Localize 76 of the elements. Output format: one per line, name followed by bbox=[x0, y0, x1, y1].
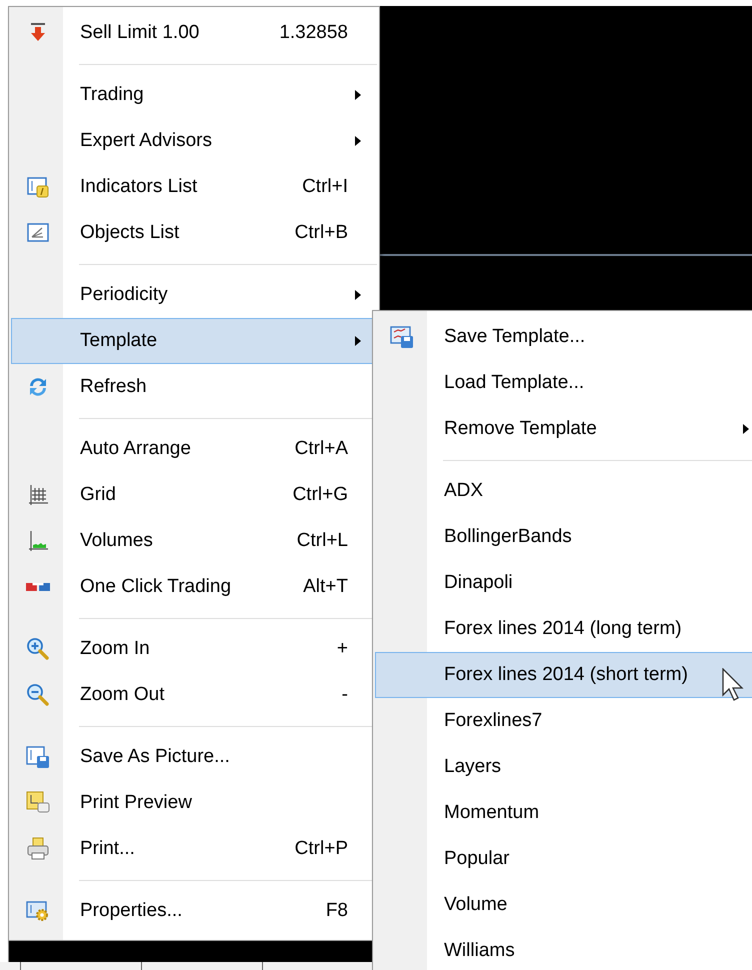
shortcut-text: Ctrl+L bbox=[296, 530, 349, 552]
menu-item-label: Save Template... bbox=[443, 326, 586, 348]
menu-item-label: Zoom Out bbox=[79, 684, 166, 706]
menu-item-label: Williams bbox=[443, 940, 516, 962]
menu-item[interactable]: Forex lines 2014 (long term) bbox=[375, 606, 752, 652]
menu-item-label: Objects List bbox=[79, 222, 180, 244]
menu-item-label: Save As Picture... bbox=[79, 746, 231, 768]
mouse-cursor-icon bbox=[722, 668, 744, 702]
menu-item-label: Layers bbox=[443, 756, 502, 778]
zoom-out-icon bbox=[26, 683, 50, 707]
menu-item[interactable]: Expert Advisors bbox=[11, 118, 377, 164]
shortcut-text: 1.32858 bbox=[279, 22, 349, 44]
menu-item-label: Periodicity bbox=[79, 284, 169, 306]
indicator-list-icon bbox=[26, 175, 50, 199]
menu-item-label: Sell Limit 1.00 bbox=[79, 22, 200, 44]
menu-item-label: Template bbox=[79, 330, 158, 352]
menu-item-label: One Click Trading bbox=[79, 576, 232, 598]
menu-item[interactable]: Volume bbox=[375, 882, 752, 928]
menu-item[interactable]: Trading bbox=[11, 72, 377, 118]
menu-item-label: Indicators List bbox=[79, 176, 198, 198]
menu-item[interactable]: BollingerBands bbox=[375, 514, 752, 560]
shortcut-text: - bbox=[342, 684, 349, 706]
menu-item[interactable]: Indicators List Ctrl+I bbox=[11, 164, 377, 210]
shortcut-text: F8 bbox=[326, 900, 349, 922]
menu-item-label: Refresh bbox=[79, 376, 148, 398]
shortcut-text: Ctrl+A bbox=[294, 438, 349, 460]
menu-item-label: Momentum bbox=[443, 802, 540, 824]
shortcut-text: Ctrl+G bbox=[292, 484, 349, 506]
menu-item-label: Expert Advisors bbox=[79, 130, 213, 152]
menu-item[interactable]: Dinapoli bbox=[375, 560, 752, 606]
shortcut-text: Ctrl+I bbox=[302, 176, 349, 198]
menu-item-label: Auto Arrange bbox=[79, 438, 192, 460]
menu-item-label: Popular bbox=[443, 848, 510, 870]
menu-item-label: Remove Template bbox=[443, 418, 598, 440]
menu-item-label: Volume bbox=[443, 894, 508, 916]
menu-item[interactable]: Objects List Ctrl+B bbox=[11, 210, 377, 256]
menu-item[interactable]: ADX bbox=[375, 468, 752, 514]
menu-item-label: Grid bbox=[79, 484, 117, 506]
menu-item-label: Trading bbox=[79, 84, 145, 106]
menu-item-label: Forexlines7 bbox=[443, 710, 544, 732]
settings-icon bbox=[26, 899, 50, 923]
menu-item-label: Properties... bbox=[79, 900, 184, 922]
menu-item[interactable]: Williams bbox=[375, 928, 752, 970]
menu-item-label: Load Template... bbox=[443, 372, 586, 394]
volume-chart-icon bbox=[26, 529, 50, 553]
save-template-icon bbox=[390, 325, 414, 349]
menu-item-label: BollingerBands bbox=[443, 526, 573, 548]
menu-item-label: Forex lines 2014 (short term) bbox=[443, 664, 689, 686]
menu-item[interactable]: Forexlines7 bbox=[375, 698, 752, 744]
menu-item-label: Dinapoli bbox=[443, 572, 514, 594]
menu-item-label: Print... bbox=[79, 838, 136, 860]
shortcut-text: Alt+T bbox=[303, 576, 349, 598]
shortcut-text: Ctrl+P bbox=[294, 838, 349, 860]
zoom-in-icon bbox=[26, 637, 50, 661]
menu-item[interactable]: Remove Template bbox=[375, 406, 752, 452]
shortcut-text: Ctrl+B bbox=[294, 222, 349, 244]
menu-item[interactable]: Save Template... bbox=[375, 314, 752, 360]
objects-list-icon bbox=[26, 221, 50, 245]
shortcut-text: + bbox=[336, 638, 349, 660]
printer-icon bbox=[26, 837, 50, 861]
menu-item-label: Print Preview bbox=[79, 792, 193, 814]
menu-item[interactable]: Forex lines 2014 (short term) bbox=[375, 652, 752, 698]
menu-item[interactable]: Popular bbox=[375, 836, 752, 882]
grid-icon bbox=[26, 483, 50, 507]
menu-item[interactable]: Load Template... bbox=[375, 360, 752, 406]
menu-item[interactable]: Layers bbox=[375, 744, 752, 790]
save-picture-icon bbox=[26, 745, 50, 769]
menu-item[interactable]: Sell Limit 1.00 1.32858 bbox=[11, 10, 377, 56]
menu-item-label: Forex lines 2014 (long term) bbox=[443, 618, 683, 640]
menu-item-label: Zoom In bbox=[79, 638, 151, 660]
menu-item[interactable]: Momentum bbox=[375, 790, 752, 836]
print-preview-icon bbox=[26, 791, 50, 815]
menu-item-label: Volumes bbox=[79, 530, 154, 552]
menu-item-label: ADX bbox=[443, 480, 484, 502]
menu-item[interactable]: Periodicity bbox=[11, 272, 377, 318]
trading-bar-icon bbox=[26, 583, 50, 591]
